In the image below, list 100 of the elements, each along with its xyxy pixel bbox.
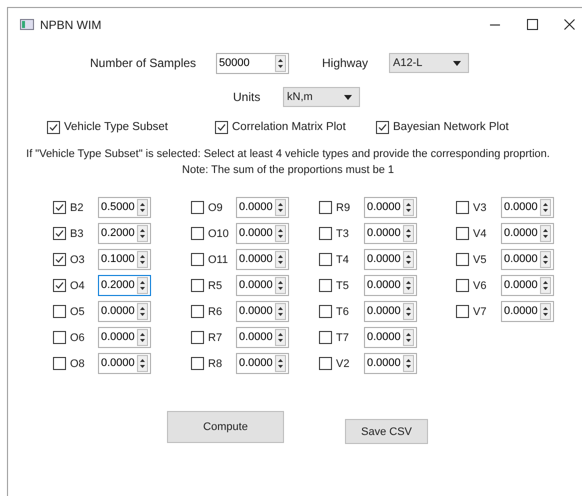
proportion-field[interactable]: 0.0000 <box>501 197 554 218</box>
proportion-field[interactable]: 0.0000 <box>236 275 289 296</box>
proportion-field[interactable]: 0.0000 <box>236 223 289 244</box>
checkbox[interactable] <box>319 331 332 344</box>
proportion-field[interactable]: 0.0000 <box>98 301 151 322</box>
proportion-field[interactable]: 0.2000 <box>98 275 151 296</box>
proportion-field[interactable]: 0.0000 <box>364 197 417 218</box>
checkbox[interactable] <box>456 253 469 266</box>
vehicle-label: R6 <box>208 304 224 320</box>
proportion-field[interactable]: 0.0000 <box>364 301 417 322</box>
checkbox[interactable] <box>53 253 66 266</box>
spin-arrows-icon[interactable] <box>137 329 148 346</box>
spin-arrows-icon[interactable] <box>275 277 286 294</box>
checkbox[interactable] <box>319 279 332 292</box>
proportion-field[interactable]: 0.0000 <box>236 197 289 218</box>
spin-arrows-icon[interactable] <box>275 199 286 216</box>
spin-arrows-icon[interactable] <box>403 225 414 242</box>
proportion-field[interactable]: 0.0000 <box>364 249 417 270</box>
units-dropdown[interactable]: kN,m <box>283 87 360 107</box>
spin-arrows-icon[interactable] <box>275 303 286 320</box>
instruction-text: If "Vehicle Type Subset" is selected: Select at least 4 vehicle types and provide the corresponding proprtion. <box>26 147 550 162</box>
checkbox[interactable] <box>456 227 469 240</box>
checkbox[interactable] <box>191 305 204 318</box>
samples-field[interactable]: 50000 <box>216 52 289 74</box>
spin-arrows-icon[interactable] <box>137 355 148 372</box>
checkbox[interactable] <box>191 331 204 344</box>
spin-arrows-icon[interactable] <box>540 277 551 294</box>
spin-arrows-icon[interactable] <box>403 355 414 372</box>
units-label: Units <box>233 89 262 106</box>
proportion-field[interactable]: 0.0000 <box>236 301 289 322</box>
proportion-field[interactable]: 0.0000 <box>364 327 417 348</box>
checkbox[interactable] <box>456 305 469 318</box>
dropdown-caret-icon <box>344 94 352 100</box>
vehicle-label: V2 <box>336 356 350 372</box>
spin-arrows-icon[interactable] <box>275 251 286 268</box>
checkbox[interactable] <box>53 201 66 214</box>
proportion-field[interactable]: 0.0000 <box>98 327 151 348</box>
spin-arrows-icon[interactable] <box>275 54 286 72</box>
checkbox[interactable] <box>53 357 66 370</box>
checkbox[interactable] <box>191 357 204 370</box>
highway-dropdown[interactable]: A12-L <box>389 53 469 73</box>
proportion-field[interactable]: 0.0000 <box>364 353 417 374</box>
maximize-icon[interactable] <box>527 19 538 30</box>
vehicle-label: O3 <box>70 252 86 268</box>
vehicle-label: T4 <box>336 252 350 268</box>
action-button[interactable]: Save CSV <box>345 419 428 444</box>
checkbox[interactable] <box>191 227 204 240</box>
checkbox[interactable] <box>319 305 332 318</box>
option-label: Correlation Matrix Plot <box>232 120 346 135</box>
checkbox[interactable] <box>319 357 332 370</box>
proportion-field[interactable]: 0.0000 <box>364 223 417 244</box>
spin-arrows-icon[interactable] <box>137 251 148 268</box>
proportion-field[interactable]: 0.0000 <box>236 327 289 348</box>
proportion-field[interactable]: 0.0000 <box>501 275 554 296</box>
checkbox[interactable] <box>456 201 469 214</box>
spin-arrows-icon[interactable] <box>403 329 414 346</box>
spin-arrows-icon[interactable] <box>403 277 414 294</box>
close-icon[interactable] <box>564 19 575 30</box>
proportion-field[interactable]: 0.0000 <box>501 249 554 270</box>
spin-arrows-icon[interactable] <box>540 199 551 216</box>
checkbox[interactable] <box>319 227 332 240</box>
checkbox[interactable] <box>191 201 204 214</box>
checkbox[interactable] <box>456 279 469 292</box>
proportion-field[interactable]: 0.5000 <box>98 197 151 218</box>
checkbox[interactable] <box>53 305 66 318</box>
proportion-field[interactable]: 0.0000 <box>236 249 289 270</box>
spin-arrows-icon[interactable] <box>275 329 286 346</box>
spin-arrows-icon[interactable] <box>403 251 414 268</box>
spin-arrows-icon[interactable] <box>540 251 551 268</box>
proportion-field[interactable]: 0.1000 <box>98 249 151 270</box>
vehicle-label: T3 <box>336 226 350 242</box>
spin-arrows-icon[interactable] <box>540 303 551 320</box>
checkbox[interactable] <box>191 279 204 292</box>
checkbox[interactable] <box>319 201 332 214</box>
spin-arrows-icon[interactable] <box>403 303 414 320</box>
spin-arrows-icon[interactable] <box>137 303 148 320</box>
spin-arrows-icon[interactable] <box>137 199 148 216</box>
checkbox[interactable] <box>53 331 66 344</box>
proportion-field[interactable]: 0.0000 <box>501 223 554 244</box>
checkbox[interactable] <box>47 121 60 134</box>
spin-arrows-icon[interactable] <box>275 225 286 242</box>
proportion-field[interactable]: 0.0000 <box>364 275 417 296</box>
vehicle-label: R9 <box>336 200 352 216</box>
checkbox[interactable] <box>53 227 66 240</box>
proportion-field[interactable]: 0.0000 <box>236 353 289 374</box>
checkbox[interactable] <box>319 253 332 266</box>
proportion-field[interactable]: 0.2000 <box>98 223 151 244</box>
spin-arrows-icon[interactable] <box>403 199 414 216</box>
vehicle-label: O5 <box>70 304 86 320</box>
checkbox[interactable] <box>376 121 389 134</box>
proportion-field[interactable]: 0.0000 <box>98 353 151 374</box>
spin-arrows-icon[interactable] <box>275 355 286 372</box>
checkbox[interactable] <box>215 121 228 134</box>
proportion-field[interactable]: 0.0000 <box>501 301 554 322</box>
checkbox[interactable] <box>53 279 66 292</box>
spin-arrows-icon[interactable] <box>137 277 148 294</box>
spin-arrows-icon[interactable] <box>137 225 148 242</box>
spin-arrows-icon[interactable] <box>540 225 551 242</box>
action-button[interactable]: Compute <box>167 411 284 444</box>
checkbox[interactable] <box>191 253 204 266</box>
